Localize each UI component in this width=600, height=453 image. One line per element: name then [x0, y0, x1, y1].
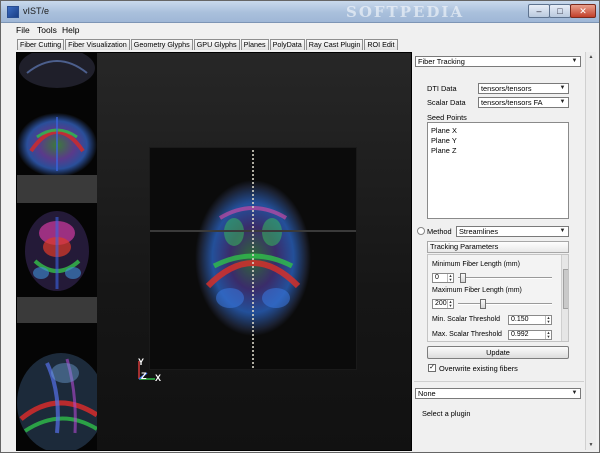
axis-label-x: X	[155, 373, 162, 383]
axis-label-y: Y	[138, 357, 145, 367]
min-scalar-threshold-label: Min. Scalar Threshold	[432, 316, 500, 323]
minimize-button[interactable]: –	[528, 4, 550, 18]
app-window: vIST/e SOFTPEDIA – □ ✕ File Tools Help F…	[0, 0, 600, 453]
max-fiber-length-slider[interactable]	[458, 303, 552, 305]
plugin-control-panel: Fiber Tracking ▼ DTI Data tensors/tensor…	[414, 52, 584, 450]
thumbnail-divider	[17, 175, 97, 203]
softpedia-watermark: SOFTPEDIA	[346, 3, 465, 21]
chevron-down-icon: ▼	[559, 228, 566, 234]
min-fiber-length-spinbox[interactable]: 0 ▲ ▼	[432, 273, 454, 283]
secondary-plugin-select[interactable]: None ▼	[415, 388, 581, 399]
tab-roi-edit[interactable]: ROI Edit	[364, 39, 398, 50]
plugin-tab-bar: Fiber Cutting Fiber Visualization Geomet…	[17, 39, 399, 50]
max-scalar-threshold-value: 0.992	[511, 331, 529, 338]
close-button[interactable]: ✕	[570, 4, 596, 18]
min-fiber-length-slider-handle[interactable]	[460, 273, 466, 283]
menu-file[interactable]: File	[16, 25, 30, 35]
tracking-parameters-header[interactable]: Tracking Parameters	[427, 241, 569, 253]
tab-gpu-glyphs[interactable]: GPU Glyphs	[193, 39, 240, 50]
method-radio[interactable]	[417, 227, 425, 235]
plugin-select-value: Fiber Tracking	[418, 57, 465, 66]
max-scalar-threshold-spinbox[interactable]: 0.992 ▲ ▼	[508, 330, 552, 340]
menu-bar: File Tools Help	[1, 23, 599, 37]
dti-data-label: DTI Data	[427, 84, 457, 93]
seed-points-label: Seed Points	[427, 113, 467, 122]
tracking-parameters-box: Minimum Fiber Length (mm) 0 ▲ ▼ Maximum F…	[427, 254, 569, 342]
min-scalar-threshold-value: 0.150	[511, 316, 529, 323]
chevron-down-icon: ▼	[559, 85, 566, 91]
scalar-data-value: tensors/tensors FA	[481, 98, 543, 107]
seed-points-list[interactable]: Plane X Plane Y Plane Z	[427, 122, 569, 219]
max-fiber-length-slider-handle[interactable]	[480, 299, 486, 309]
scroll-down-icon[interactable]: ▼	[586, 440, 596, 450]
dti-data-select[interactable]: tensors/tensors ▼	[478, 83, 569, 94]
tab-fiber-visualization[interactable]: Fiber Visualization	[65, 39, 130, 50]
overwrite-fibers-checkbox[interactable]: ✓	[428, 364, 436, 372]
tab-geometry-glyphs[interactable]: Geometry Glyphs	[130, 39, 193, 50]
update-button[interactable]: Update	[427, 346, 569, 359]
render-viewport[interactable]: Y Z X	[16, 52, 412, 451]
menu-help[interactable]: Help	[62, 25, 79, 35]
menu-tools[interactable]: Tools	[37, 25, 57, 35]
coronal-slice-thumbnail[interactable]	[17, 203, 97, 297]
chevron-down-icon: ▼	[571, 390, 578, 396]
thumbnail-divider	[17, 297, 97, 323]
seed-item-plane-x[interactable]: Plane X	[431, 126, 457, 135]
max-scalar-threshold-label: Max. Scalar Threshold	[432, 331, 502, 338]
spin-arrows-icon[interactable]: ▲ ▼	[545, 316, 551, 324]
window-title: vIST/e	[23, 6, 50, 16]
min-fiber-length-slider[interactable]	[458, 277, 552, 279]
dti-data-value: tensors/tensors	[481, 84, 532, 93]
axial-slice-thumbnail[interactable]	[17, 53, 97, 175]
max-fiber-length-spinbox[interactable]: 200 ▲ ▼	[432, 299, 454, 309]
axis-label-z: Z	[141, 371, 147, 381]
secondary-plugin-value: None	[418, 389, 436, 398]
tab-polydata[interactable]: PolyData	[269, 39, 305, 50]
seed-item-plane-z[interactable]: Plane Z	[431, 146, 456, 155]
chevron-down-icon: ▼	[559, 99, 566, 105]
spin-arrows-icon[interactable]: ▲ ▼	[447, 274, 453, 282]
tab-planes[interactable]: Planes	[240, 39, 269, 50]
method-value: Streamlines	[459, 227, 499, 236]
axial-slice-plane[interactable]	[150, 136, 356, 369]
panel-scrollbar[interactable]: ▲ ▼	[585, 52, 596, 450]
parameters-scrollbar-thumb[interactable]	[563, 269, 568, 309]
tab-fiber-cutting[interactable]: Fiber Cutting	[17, 39, 65, 50]
vist-logo-icon	[7, 6, 19, 18]
plugin-select[interactable]: Fiber Tracking ▼	[415, 56, 581, 67]
min-scalar-threshold-spinbox[interactable]: 0.150 ▲ ▼	[508, 315, 552, 325]
max-fiber-length-label: Maximum Fiber Length (mm)	[432, 287, 522, 294]
scalar-data-select[interactable]: tensors/tensors FA ▼	[478, 97, 569, 108]
parameters-scrollbar[interactable]	[561, 255, 568, 341]
spin-arrows-icon[interactable]: ▲ ▼	[447, 300, 453, 308]
max-fiber-length-value: 200	[435, 300, 447, 307]
sagittal-slice-thumbnail[interactable]	[17, 323, 97, 450]
tab-ray-cast-plugin[interactable]: Ray Cast Plugin	[305, 39, 364, 50]
title-bar[interactable]: vIST/e SOFTPEDIA – □ ✕	[1, 1, 599, 23]
overwrite-fibers-label: Overwrite existing fibers	[439, 364, 518, 373]
scalar-data-label: Scalar Data	[427, 98, 466, 107]
select-plugin-hint: Select a plugin	[422, 409, 471, 418]
method-select[interactable]: Streamlines ▼	[456, 226, 569, 237]
seed-item-plane-y[interactable]: Plane Y	[431, 136, 457, 145]
scroll-up-icon[interactable]: ▲	[586, 52, 596, 62]
chevron-down-icon: ▼	[571, 58, 578, 64]
maximize-button[interactable]: □	[549, 4, 571, 18]
panel-divider	[414, 381, 584, 382]
min-fiber-length-value: 0	[435, 274, 439, 281]
method-label: Method	[427, 227, 452, 236]
min-fiber-length-label: Minimum Fiber Length (mm)	[432, 261, 520, 268]
spin-arrows-icon[interactable]: ▲ ▼	[545, 331, 551, 339]
